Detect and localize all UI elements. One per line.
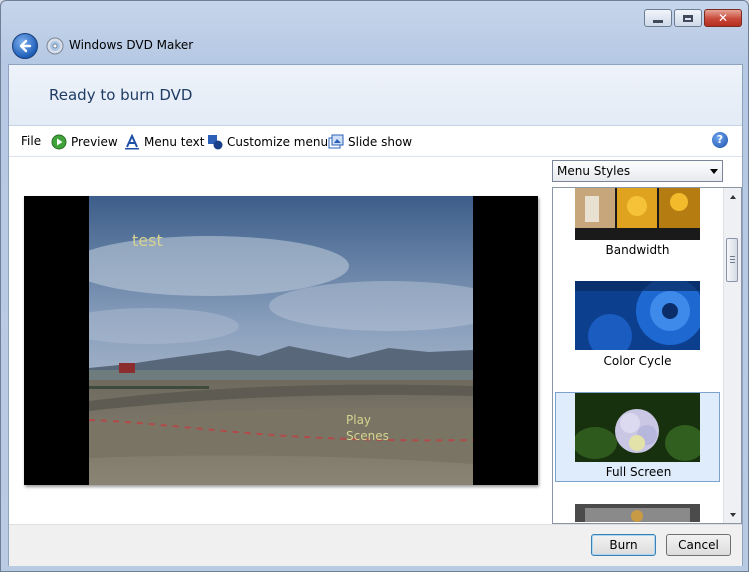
window-title: Windows DVD Maker — [69, 38, 194, 52]
grip-icon — [730, 256, 735, 263]
scrollbar-thumb[interactable] — [726, 238, 738, 282]
dvd-maker-window: ✕ Windows DVD Maker Ready to burn DVD Fi… — [0, 0, 749, 572]
scroll-down-button[interactable] — [724, 506, 741, 523]
work-area: test Play Scenes Menu Styles Bandwidth C… — [9, 157, 742, 524]
menu-text-button[interactable]: Menu text — [124, 134, 204, 150]
slide-show-label: Slide show — [348, 135, 413, 149]
menu-scenes-text: Scenes — [346, 429, 389, 443]
help-icon[interactable]: ? — [712, 132, 728, 148]
minimize-icon — [653, 19, 663, 23]
dvd-menu-preview: test Play Scenes — [24, 196, 538, 485]
main-content: Ready to burn DVD File Preview Menu text — [8, 64, 743, 566]
customize-menu-icon — [208, 135, 223, 150]
file-menu-label: File — [21, 134, 42, 148]
burn-button[interactable]: Burn — [591, 534, 656, 556]
slide-show-button[interactable]: Slide show — [328, 134, 412, 150]
close-button[interactable]: ✕ — [704, 9, 742, 27]
burn-button-label: Burn — [609, 538, 638, 552]
wizard-banner: Ready to burn DVD — [9, 65, 742, 126]
maximize-button[interactable] — [674, 9, 702, 27]
menu-styles-dropdown[interactable]: Menu Styles — [552, 160, 723, 182]
back-button[interactable] — [12, 33, 38, 59]
style-item-bandwidth[interactable]: Bandwidth — [555, 188, 720, 277]
customize-menu-button[interactable]: Customize menu — [207, 134, 328, 150]
menu-styles-list: Bandwidth Color Cycle Full Screen — [552, 187, 742, 524]
scroll-up-button[interactable] — [724, 188, 741, 205]
bandwidth-thumbnail — [575, 188, 700, 240]
style-item-label: Bandwidth — [605, 243, 670, 257]
chevron-down-icon — [710, 169, 718, 174]
back-arrow-icon — [19, 39, 32, 53]
file-menu[interactable]: File — [21, 134, 41, 148]
style-item-full-screen[interactable]: Full Screen — [555, 392, 720, 482]
maximize-icon — [683, 14, 693, 22]
preview-play-icon — [51, 134, 67, 150]
slide-show-icon — [328, 134, 344, 149]
scroll-up-icon — [729, 194, 736, 199]
styles-scrollbar[interactable] — [723, 188, 741, 523]
cancel-button-label: Cancel — [678, 538, 719, 552]
style-item-next[interactable] — [555, 504, 720, 523]
next-style-thumbnail — [575, 504, 700, 522]
caption-buttons: ✕ — [644, 9, 742, 27]
style-item-color-cycle[interactable]: Color Cycle — [555, 281, 720, 370]
menu-text-icon — [125, 134, 139, 150]
footer-bar: Burn Cancel — [9, 524, 742, 566]
customize-menu-label: Customize menu — [227, 135, 329, 149]
menu-play-text: Play — [346, 413, 372, 427]
scroll-down-icon — [729, 512, 736, 517]
dvd-maker-app-icon — [46, 37, 64, 55]
preview-label: Preview — [71, 135, 118, 149]
toolbar: File Preview Menu text Customize menu Sl… — [9, 126, 742, 157]
minimize-button[interactable] — [644, 9, 672, 27]
close-icon: ✕ — [717, 11, 729, 25]
color-cycle-thumbnail — [575, 281, 700, 350]
menu-text-label: Menu text — [144, 135, 205, 149]
menu-styles-value: Menu Styles — [557, 164, 631, 178]
page-title: Ready to burn DVD — [49, 86, 193, 104]
style-item-label: Color Cycle — [603, 354, 672, 368]
preview-button[interactable]: Preview — [51, 134, 118, 150]
style-item-label: Full Screen — [605, 465, 672, 479]
cancel-button[interactable]: Cancel — [666, 534, 731, 556]
menu-title-text: test — [132, 231, 163, 250]
full-screen-thumbnail — [575, 393, 700, 462]
